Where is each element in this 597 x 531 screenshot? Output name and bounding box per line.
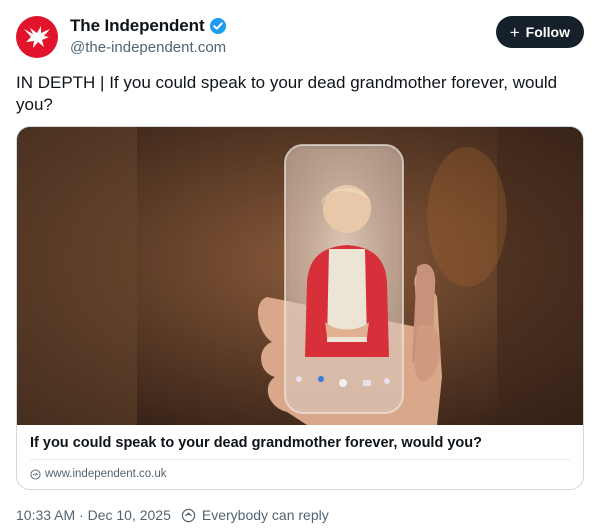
post-header: The Independent @the-independent.com + F… bbox=[16, 14, 584, 62]
card-divider bbox=[30, 459, 570, 460]
reply-setting-icon bbox=[181, 508, 196, 522]
card-source[interactable]: www.independent.co.uk bbox=[30, 468, 166, 480]
post-text: IN DEPTH | If you could speak to your de… bbox=[16, 73, 558, 114]
post-footer: 10:33 AM · Dec 10, 2025 Everybody can re… bbox=[16, 507, 329, 523]
link-card[interactable]: If you could speak to your dead grandmot… bbox=[16, 126, 584, 490]
timestamp[interactable]: 10:33 AM · Dec 10, 2025 bbox=[16, 507, 171, 523]
follow-label: Follow bbox=[525, 24, 570, 40]
avatar[interactable] bbox=[16, 16, 58, 58]
link-globe-icon bbox=[30, 468, 41, 480]
eagle-logo-icon bbox=[24, 26, 50, 48]
handle[interactable]: @the-independent.com bbox=[70, 39, 227, 56]
reply-setting[interactable]: Everybody can reply bbox=[202, 507, 329, 523]
plus-icon: + bbox=[509, 22, 520, 42]
card-title[interactable]: If you could speak to your dead grandmot… bbox=[30, 435, 482, 451]
display-name[interactable]: The Independent bbox=[70, 16, 205, 36]
account-names: The Independent @the-independent.com bbox=[70, 16, 227, 56]
verified-badge-icon bbox=[209, 18, 226, 34]
follow-button[interactable]: + Follow bbox=[495, 16, 584, 48]
card-source-url: www.independent.co.uk bbox=[45, 468, 167, 480]
grandmother-in-phone-image bbox=[17, 127, 583, 425]
card-image[interactable] bbox=[17, 127, 583, 425]
